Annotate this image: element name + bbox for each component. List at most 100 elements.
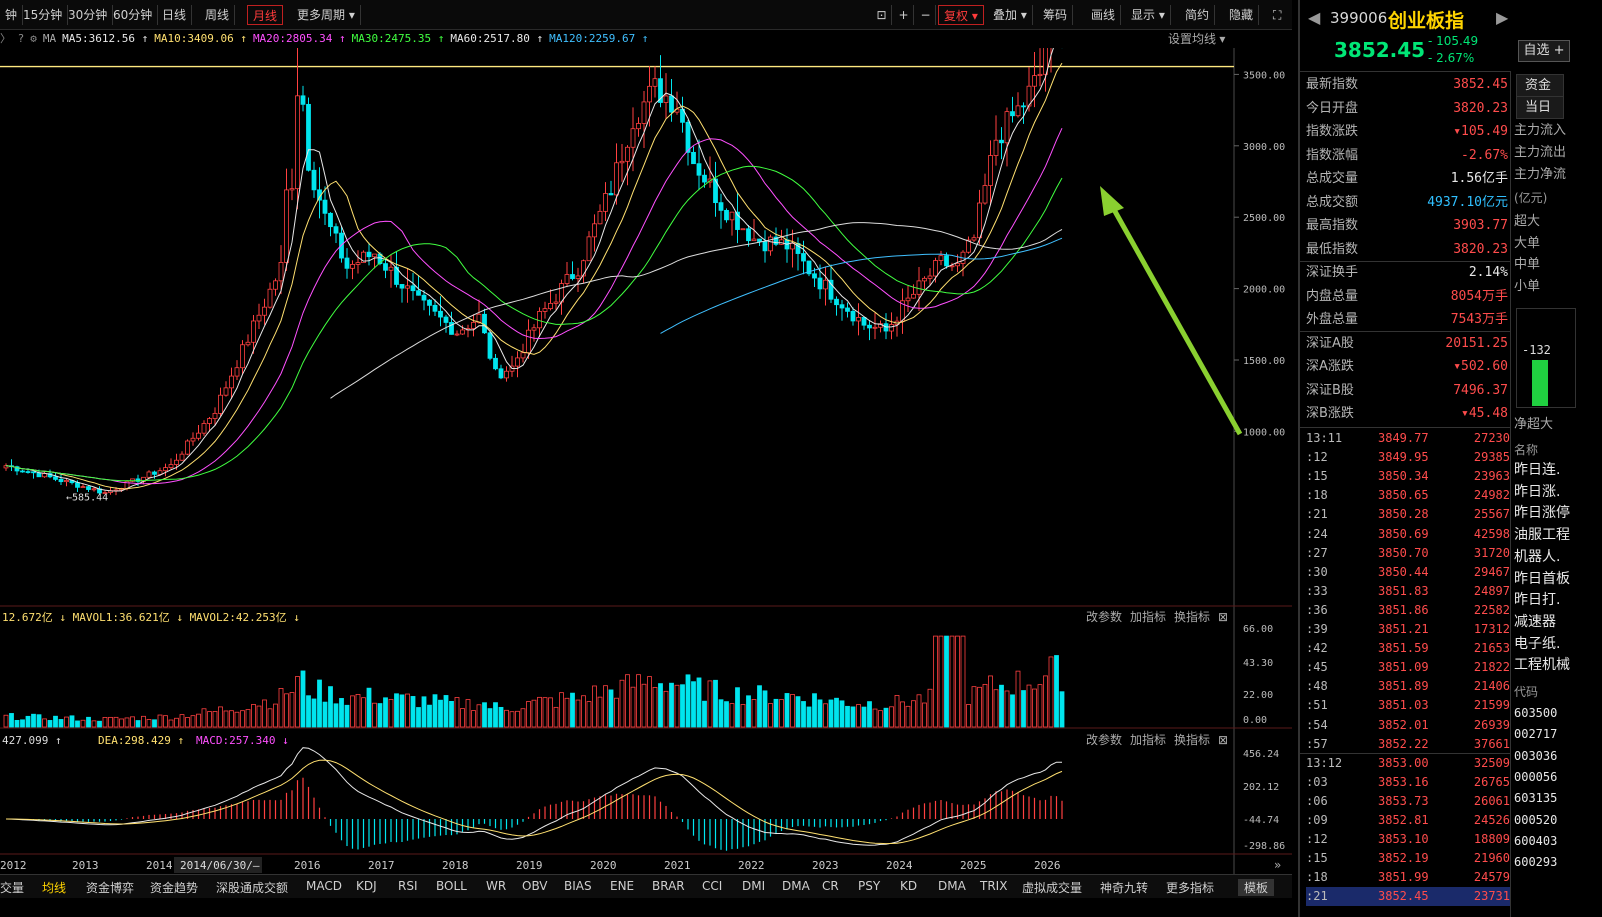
sector-name[interactable]: 工程机械 [1514,655,1602,676]
side-tab-1[interactable]: 当日 [1516,96,1564,119]
indicator-tab-7[interactable]: RSI [398,879,418,893]
period-tab-3[interactable]: 60分钟 [108,5,159,25]
kline-chart[interactable]: 4000.003500.003000.002500.002000.001500.… [0,48,1292,874]
sector-name[interactable]: 电子纸. [1514,634,1602,655]
indicator-tab-5[interactable]: MACD [306,879,342,893]
indicator-tab-bar: 交量 均线 资金博弈 资金趋势 深股通成交额 MACD KDJ RSI BOLL WR OBV BIA… [0,874,1292,898]
vol-btn-1[interactable]: 加指标 [1130,609,1166,624]
period-tab-7[interactable]: 更多周期 ▾ [292,5,361,25]
stock-code[interactable]: 603500 [1514,703,1602,724]
tick-row: 13:11 3849.77 27230 [1306,429,1510,448]
period-tab-2[interactable]: 30分钟 [63,5,114,25]
volume-bar [190,715,196,728]
indicator-tab-19[interactable]: KD [900,879,917,893]
period-tab-4[interactable]: 日线 [157,5,193,25]
sector-name[interactable]: 减速器 [1514,612,1602,633]
indicator-tab-11[interactable]: BIAS [564,879,592,893]
macd-btn-2[interactable]: 换指标 [1174,732,1210,747]
indicator-tab-12[interactable]: ENE [610,879,634,893]
macd-btn-0[interactable]: 改参数 [1086,732,1122,747]
toolbar-btn-3[interactable]: 画线 [1086,5,1122,25]
candle [790,242,795,250]
indicator-tab-4[interactable]: 深股通成交额 [216,879,288,896]
macd-btn-1[interactable]: 加指标 [1130,732,1166,747]
candles [3,48,1063,496]
indicator-tab-17[interactable]: CR [822,879,839,893]
volume-bar [3,714,9,728]
close-icon[interactable]: ⊠ [1218,733,1228,747]
tick-row: :24 3850.69 42598 [1306,525,1510,544]
toolbar-btn-2[interactable]: 筹码 [1038,5,1074,25]
indicator-tab-10[interactable]: OBV [522,879,548,893]
toolbar-btn-5[interactable]: 简约 [1180,5,1216,25]
add-watchlist-button[interactable]: 自选 + [1518,40,1570,62]
lock-icon[interactable]: ⊡ [872,5,892,25]
vol-btn-2[interactable]: 换指标 [1174,609,1210,624]
sector-name[interactable]: 昨日打. [1514,590,1602,611]
tick-qty: 24526 [1473,813,1510,827]
help-icon[interactable]: 〉 ? [0,32,24,45]
volume-bar [86,716,91,728]
side-tab-0[interactable]: 资金 [1516,74,1564,97]
toolbar-btn-6[interactable]: 隐藏 [1224,5,1260,25]
side-flow-1: 主力流出 [1514,145,1567,160]
candle [410,285,416,292]
toolbar-btn-0[interactable]: 复权 ▾ [938,5,984,25]
stock-code[interactable]: 003036 [1514,746,1602,767]
gear-icon[interactable]: ⚙ [30,32,37,45]
candle [454,333,460,336]
indicator-tab-21[interactable]: TRIX [980,879,1007,893]
indicator-tab-8[interactable]: BOLL [436,879,467,893]
indicator-tab-18[interactable]: PSY [858,879,880,893]
candle [1021,105,1026,108]
indicator-tab-16[interactable]: DMA [782,879,810,893]
indicator-tab-6[interactable]: KDJ [356,879,377,893]
candle [295,95,300,190]
stock-code[interactable]: 000520 [1514,810,1602,831]
indicator-tab-9[interactable]: WR [486,879,506,893]
fullscreen-icon[interactable]: ⛶ [1268,5,1286,25]
indicator-tab-13[interactable]: BRAR [652,879,685,893]
period-tab-1[interactable]: 15分钟 [18,5,69,25]
sector-name[interactable]: 昨日涨停 [1514,503,1602,524]
indicator-tab-3[interactable]: 资金趋势 [150,879,198,896]
candle [421,294,427,301]
next-arrow-icon[interactable]: ▶ [1496,8,1508,27]
volume-bar [438,699,443,728]
volume-bar [707,680,713,728]
volume-bar [185,717,190,728]
scroll-right-icon[interactable]: » [1274,858,1281,872]
indicator-tab-20[interactable]: DMA [938,879,966,893]
period-tab-5[interactable]: 周线 [200,5,236,25]
prev-arrow-icon[interactable]: ◀ [1308,8,1320,27]
indicator-tab-22[interactable]: 虚拟成交量 [1022,879,1082,896]
period-tab-6[interactable]: 月线 [247,5,284,25]
ma-settings-button[interactable]: 设置均线 ▾ [1168,30,1225,48]
indicator-tab-24[interactable]: 更多指标 [1166,879,1214,896]
indicator-tab-14[interactable]: CCI [702,879,722,893]
zoom-out-icon[interactable]: − [916,5,936,25]
indicator-tab-15[interactable]: DMI [742,879,765,893]
tick-row: :27 3850.70 31720 [1306,544,1510,563]
sector-name[interactable]: 昨日涨. [1514,482,1602,503]
indicator-tab-25[interactable]: 模板 [1238,879,1275,896]
stock-code[interactable]: 600293 [1514,852,1602,873]
sector-name[interactable]: 昨日连. [1514,460,1602,481]
stock-code[interactable]: 002717 [1514,724,1602,745]
stock-code[interactable]: 000056 [1514,767,1602,788]
sector-name[interactable]: 机器人. [1514,547,1602,568]
toolbar-btn-1[interactable]: 叠加 ▾ [988,5,1033,25]
stock-code[interactable]: 603135 [1514,788,1602,809]
indicator-tab-2[interactable]: 资金博弈 [86,879,134,896]
indicator-tab-1[interactable]: 均线 [42,879,66,896]
indicator-tab-0[interactable]: 交量 [0,879,24,896]
volume-bar [916,694,922,728]
toolbar-btn-4[interactable]: 显示 ▾ [1126,5,1171,25]
indicator-tab-23[interactable]: 神奇九转 [1100,879,1148,896]
sector-name[interactable]: 油服工程 [1514,525,1602,546]
sector-name[interactable]: 昨日首板 [1514,569,1602,590]
close-icon[interactable]: ⊠ [1218,610,1228,624]
vol-btn-0[interactable]: 改参数 [1086,609,1122,624]
stock-code[interactable]: 600403 [1514,831,1602,852]
zoom-in-icon[interactable]: + [894,5,914,25]
